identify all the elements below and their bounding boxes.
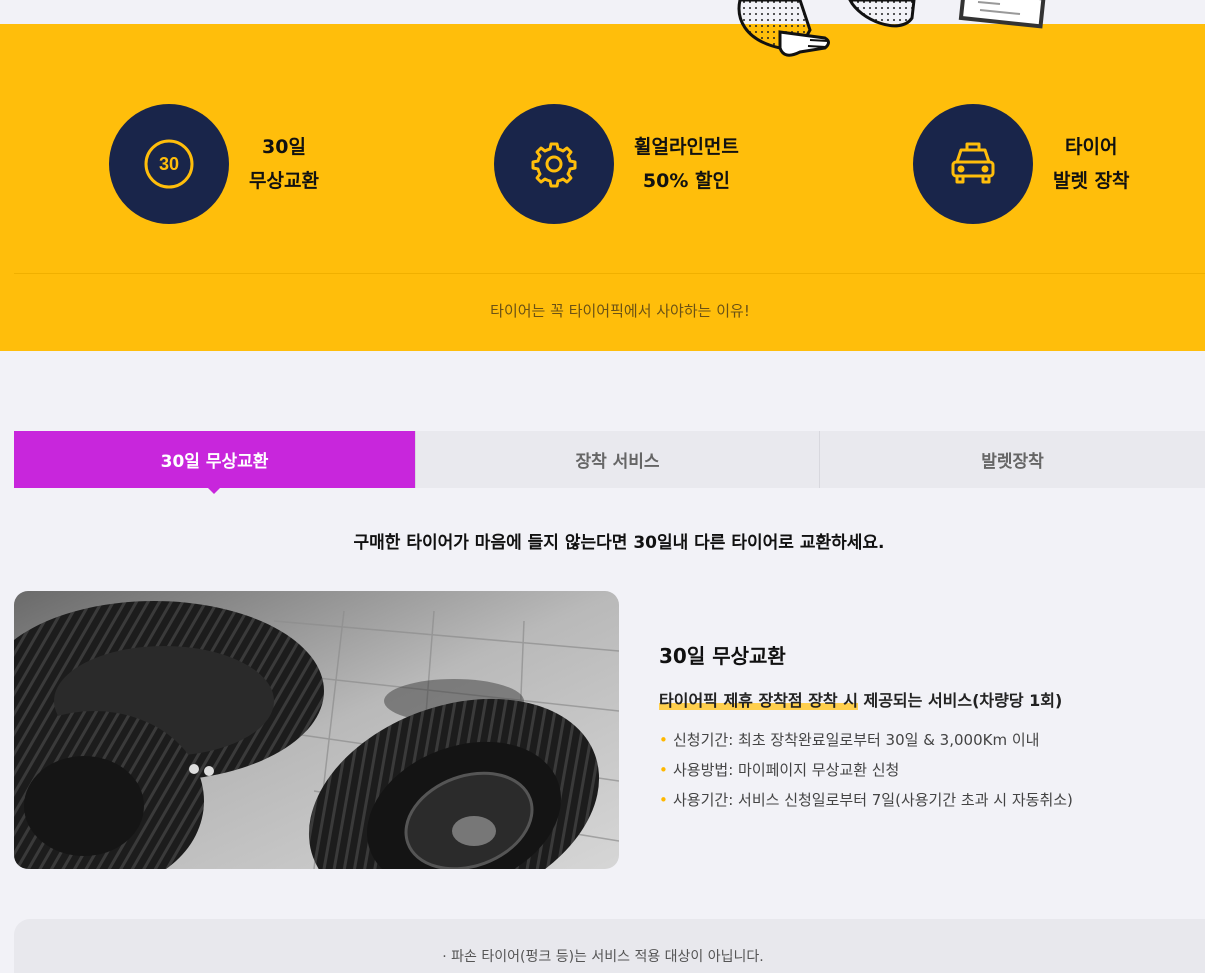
info-bullets: 신청기간: 최초 장착완료일로부터 30일 & 3,000Km 이내 사용방법:… [659, 725, 1179, 815]
feature-alignment: 휠얼라인먼트 50% 할인 [494, 104, 739, 224]
feature-alignment-text: 휠얼라인먼트 50% 할인 [634, 130, 739, 198]
feature-line1: 30일 [262, 136, 306, 158]
service-tabs: 30일 무상교환 장착 서비스 발렛장착 [14, 431, 1205, 494]
list-item: 사용기간: 서비스 신청일로부터 7일(사용기간 초과 시 자동취소) [659, 785, 1179, 815]
tab-mounting-service[interactable]: 장착 서비스 [415, 431, 819, 488]
gear-icon [531, 142, 577, 188]
feature-line1: 휠얼라인먼트 [634, 136, 739, 158]
list-item: 신청기간: 최초 장착완료일로부터 30일 & 3,000Km 이내 [659, 725, 1179, 755]
feature-line2: 무상교환 [249, 170, 319, 192]
banner-divider [14, 273, 1205, 274]
feature-valet: 타이어 발렛 장착 [913, 104, 1130, 224]
feature-exchange: 30 30일 무상교환 [109, 104, 319, 224]
tab-valet-mounting[interactable]: 발렛장착 [819, 431, 1205, 488]
feature-circle: 30 [109, 104, 229, 224]
lead-text: 구매한 타이어가 마음에 들지 않는다면 30일내 다른 타이어로 교환하세요. [353, 533, 885, 553]
taxi-icon [951, 142, 995, 184]
info-subtitle: 타이어픽 제휴 장착점 장착 시 제공되는 서비스(차량당 1회) [659, 687, 1062, 711]
badge-30-icon: 30 [144, 139, 194, 189]
tires-image [14, 591, 619, 869]
info-subtitle-rest: 제공되는 서비스(차량당 1회) [857, 691, 1063, 710]
hand-illustration [737, 0, 1046, 57]
feature-line2: 발렛 장착 [1053, 170, 1130, 192]
feature-line1: 타이어 [1065, 136, 1118, 158]
tires-photo [14, 591, 619, 869]
info-title: 30일 무상교환 [659, 644, 786, 668]
tab-free-exchange[interactable]: 30일 무상교환 [14, 431, 415, 494]
info-highlight: 타이어픽 제휴 장착점 장착 시 [659, 691, 858, 710]
feature-circle [913, 104, 1033, 224]
badge-30-text: 30 [159, 154, 179, 174]
why-tirepick-link[interactable]: 타이어는 꼭 타이어픽에서 사야하는 이유! [0, 300, 1205, 321]
list-item: 사용방법: 마이페이지 무상교환 신청 [659, 755, 1179, 785]
feature-line2: 50% 할인 [642, 170, 730, 192]
feature-circle [494, 104, 614, 224]
service-info: 30일 무상교환 타이어픽 제휴 장착점 장착 시 제공되는 서비스(차량당 1… [659, 640, 1179, 815]
feature-exchange-text: 30일 무상교환 [249, 130, 319, 198]
benefits-banner: 30 30일 무상교환 휠얼라인먼트 50% 할인 타이어 발렛 장착 타이어는… [0, 24, 1205, 351]
notice-text: · 파손 타이어(펑크 등)는 서비스 적용 대상이 아닙니다. [442, 949, 764, 965]
feature-valet-text: 타이어 발렛 장착 [1053, 130, 1130, 198]
